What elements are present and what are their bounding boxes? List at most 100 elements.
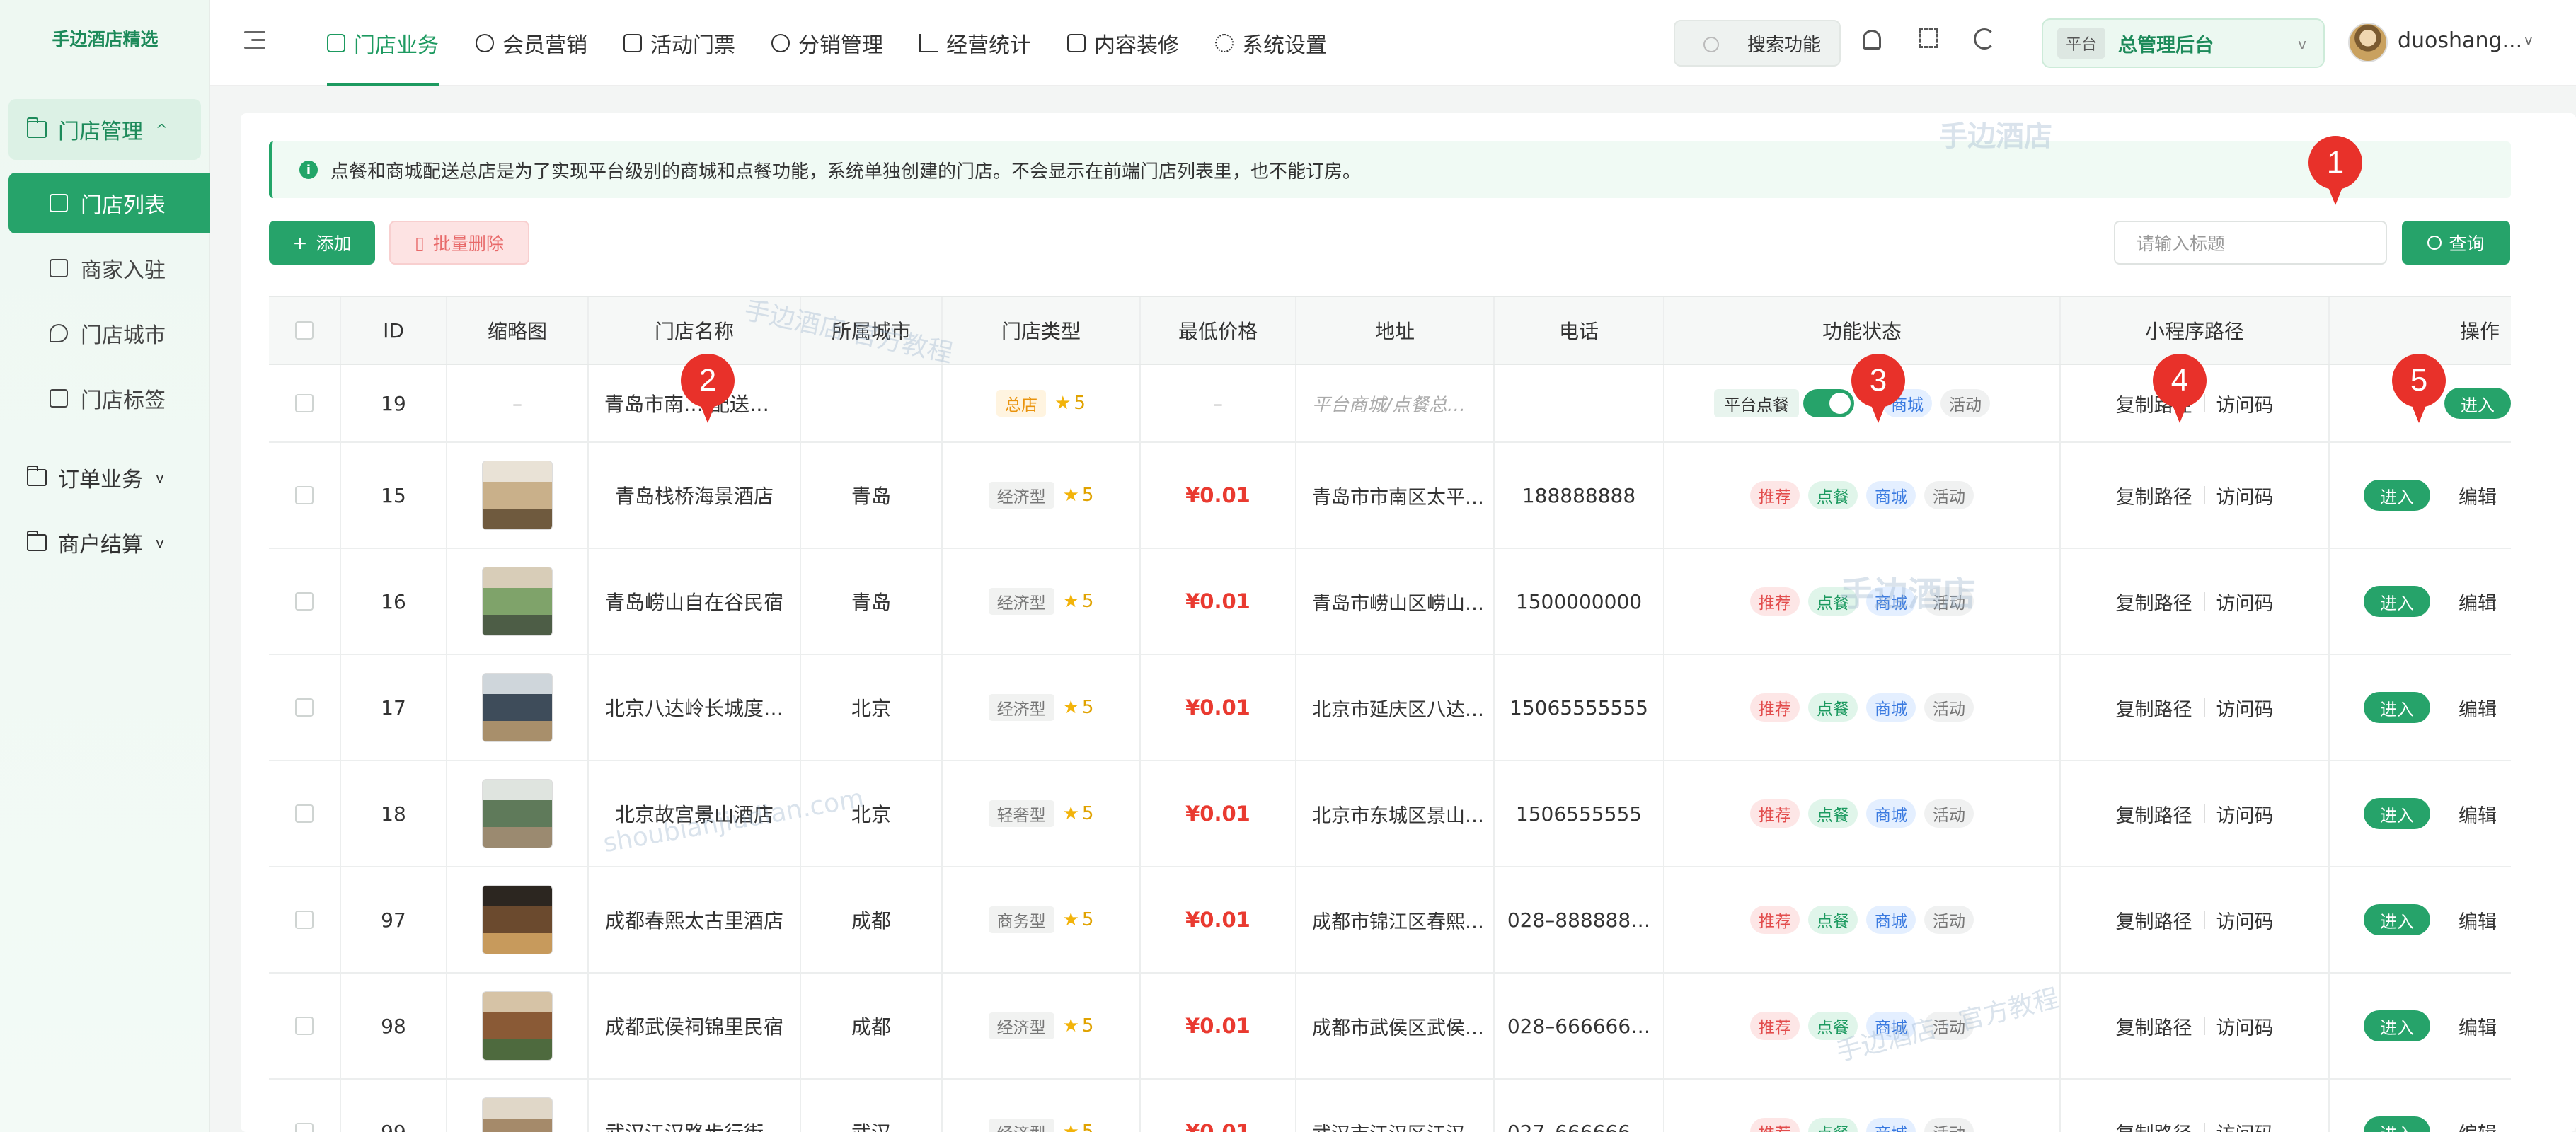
access-code-link[interactable]: 访问码 <box>2216 1119 2274 1132</box>
refresh-icon[interactable] <box>1974 28 1995 50</box>
sidebar-item-store-list[interactable]: 门店列表 <box>8 173 210 233</box>
activity-badge[interactable]: 活动 <box>1924 693 1974 722</box>
platform-selector[interactable]: 平台 总管理后台 v <box>2042 18 2325 68</box>
activity-badge[interactable]: 活动 <box>1924 906 1974 934</box>
access-code-link[interactable]: 访问码 <box>2216 1012 2274 1040</box>
enter-button[interactable]: 进入 <box>2444 388 2511 419</box>
avatar[interactable] <box>2348 23 2388 62</box>
sidebar-item-store-tags[interactable]: 门店标签 <box>8 368 210 429</box>
row-checkbox[interactable] <box>295 1017 314 1035</box>
access-code-link[interactable]: 访问码 <box>2216 800 2274 828</box>
access-code-link[interactable]: 访问码 <box>2216 588 2274 616</box>
chevron-down-icon[interactable]: v <box>2524 31 2533 48</box>
access-code-link[interactable]: 访问码 <box>2216 694 2274 722</box>
activity-badge[interactable]: 活动 <box>1924 587 1974 616</box>
recommend-badge[interactable]: 推荐 <box>1750 481 1800 509</box>
tab-member-marketing[interactable]: 会员营销 <box>476 0 587 86</box>
enter-button[interactable]: 进入 <box>2364 798 2430 829</box>
recommend-badge[interactable]: 推荐 <box>1750 906 1800 934</box>
dining-badge[interactable]: 点餐 <box>1808 906 1858 934</box>
activity-badge[interactable]: 活动 <box>1924 1118 1974 1132</box>
select-all-checkbox[interactable] <box>295 321 314 340</box>
hotel-thumbnail-image[interactable] <box>482 991 553 1061</box>
batch-delete-button[interactable]: ▯ 批量删除 <box>389 221 529 265</box>
search-function[interactable]: 搜索功能 <box>1674 20 1841 67</box>
username[interactable]: duoshang... <box>2398 28 2522 53</box>
row-checkbox[interactable] <box>295 486 314 504</box>
access-code-link[interactable]: 访问码 <box>2216 482 2274 509</box>
tab-content-decoration[interactable]: 内容装修 <box>1067 0 1179 86</box>
row-checkbox[interactable] <box>295 804 314 823</box>
edit-link[interactable]: 编辑 <box>2459 1012 2497 1040</box>
dining-badge[interactable]: 点餐 <box>1808 799 1858 828</box>
hotel-thumbnail-image[interactable] <box>482 1097 553 1132</box>
activity-badge[interactable]: 活动 <box>1924 799 1974 828</box>
recommend-badge[interactable]: 推荐 <box>1750 799 1800 828</box>
access-code-link[interactable]: 访问码 <box>2216 390 2274 417</box>
platform-dining-toggle[interactable] <box>1803 389 1854 417</box>
activity-badge[interactable]: 活动 <box>1924 1012 1974 1040</box>
dining-badge[interactable]: 点餐 <box>1808 693 1858 722</box>
sidebar-item-store-city[interactable]: 门店城市 <box>8 303 210 364</box>
tab-event-tickets[interactable]: 活动门票 <box>623 0 735 86</box>
enter-button[interactable]: 进入 <box>2364 1116 2430 1132</box>
enter-button[interactable]: 进入 <box>2364 480 2430 511</box>
copy-path-link[interactable]: 复制路径 <box>2116 694 2192 722</box>
tab-system-settings[interactable]: 系统设置 <box>1215 0 1327 86</box>
tab-distribution[interactable]: 分销管理 <box>771 0 883 86</box>
copy-path-link[interactable]: 复制路径 <box>2116 800 2192 828</box>
fullscreen-icon[interactable] <box>1919 28 1938 48</box>
edit-link[interactable]: 编辑 <box>2459 1119 2497 1132</box>
mall-badge[interactable]: 商城 <box>1866 799 1916 828</box>
recommend-badge[interactable]: 推荐 <box>1750 587 1800 616</box>
tab-business-stats[interactable]: 经营统计 <box>919 0 1031 86</box>
mall-badge[interactable]: 商城 <box>1866 693 1916 722</box>
sidebar-item-merchant-onboarding[interactable]: 商家入驻 <box>8 238 210 299</box>
access-code-link[interactable]: 访问码 <box>2216 906 2274 934</box>
row-checkbox[interactable] <box>295 911 314 929</box>
dining-badge[interactable]: 点餐 <box>1808 587 1858 616</box>
copy-path-link[interactable]: 复制路径 <box>2116 906 2192 934</box>
add-button[interactable]: + 添加 <box>269 221 375 265</box>
edit-link[interactable]: 编辑 <box>2459 588 2497 616</box>
mall-badge[interactable]: 商城 <box>1866 1118 1916 1132</box>
mall-badge[interactable]: 商城 <box>1866 906 1916 934</box>
mall-badge[interactable]: 商城 <box>1866 587 1916 616</box>
title-search-input[interactable]: 请输入标题 <box>2114 221 2387 265</box>
row-checkbox[interactable] <box>295 592 314 611</box>
copy-path-link[interactable]: 复制路径 <box>2116 588 2192 616</box>
enter-button[interactable]: 进入 <box>2364 904 2430 935</box>
dining-badge[interactable]: 点餐 <box>1808 1012 1858 1040</box>
copy-path-link[interactable]: 复制路径 <box>2116 482 2192 509</box>
row-checkbox[interactable] <box>295 698 314 717</box>
copy-path-link[interactable]: 复制路径 <box>2116 1119 2192 1132</box>
enter-button[interactable]: 进入 <box>2364 586 2430 617</box>
enter-button[interactable]: 进入 <box>2364 692 2430 723</box>
recommend-badge[interactable]: 推荐 <box>1750 1118 1800 1132</box>
copy-path-link[interactable]: 复制路径 <box>2116 390 2192 417</box>
enter-button[interactable]: 进入 <box>2364 1010 2430 1041</box>
copy-path-link[interactable]: 复制路径 <box>2116 1012 2192 1040</box>
hotel-thumbnail-image[interactable] <box>482 779 553 848</box>
edit-link[interactable]: 编辑 <box>2459 482 2497 509</box>
menu-group-merchant-settlement[interactable]: 商户结算 v <box>8 512 201 573</box>
tab-store-business[interactable]: 门店业务 <box>327 0 439 86</box>
dining-badge[interactable]: 点餐 <box>1808 481 1858 509</box>
edit-link[interactable]: 编辑 <box>2459 906 2497 934</box>
hotel-thumbnail-image[interactable] <box>482 461 553 530</box>
activity-badge[interactable]: 活动 <box>1924 481 1974 509</box>
menu-group-order-business[interactable]: 订单业务 v <box>8 447 201 508</box>
dining-badge[interactable]: 点餐 <box>1808 1118 1858 1132</box>
row-checkbox[interactable] <box>295 394 314 412</box>
hotel-thumbnail-image[interactable] <box>482 567 553 636</box>
collapse-menu-icon[interactable] <box>244 31 265 51</box>
edit-link[interactable]: 编辑 <box>2459 800 2497 828</box>
mall-badge[interactable]: 商城 <box>1866 1012 1916 1040</box>
row-checkbox[interactable] <box>295 1123 314 1132</box>
bell-icon[interactable] <box>1863 30 1881 50</box>
recommend-badge[interactable]: 推荐 <box>1750 693 1800 722</box>
mall-badge[interactable]: 商城 <box>1866 481 1916 509</box>
menu-group-store-management[interactable]: 门店管理 ^ <box>8 99 201 160</box>
recommend-badge[interactable]: 推荐 <box>1750 1012 1800 1040</box>
edit-link[interactable]: 编辑 <box>2459 694 2497 722</box>
